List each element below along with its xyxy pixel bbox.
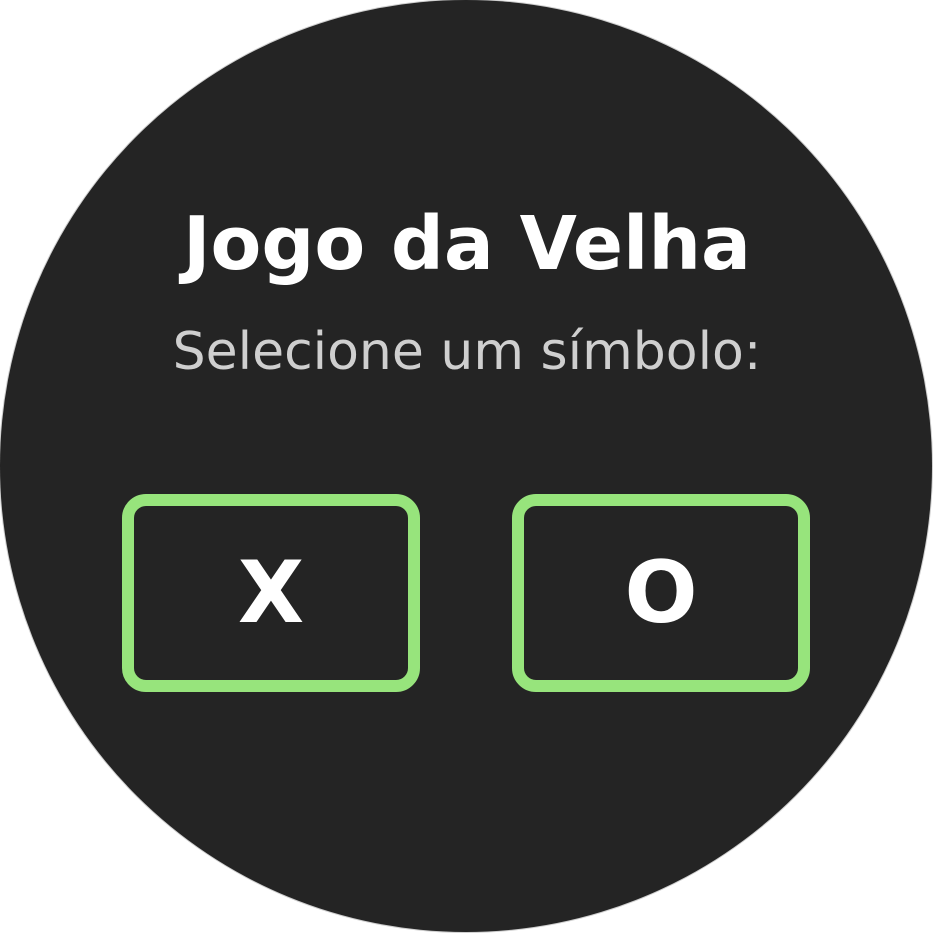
selection-prompt: Selecione um símbolo: bbox=[172, 322, 762, 382]
select-x-label: X bbox=[237, 543, 305, 643]
page-title: Jogo da Velha bbox=[182, 201, 751, 287]
watch-face: Jogo da Velha Selecione um símbolo: X O bbox=[0, 0, 932, 932]
select-x-button[interactable]: X bbox=[122, 494, 420, 692]
select-o-label: O bbox=[624, 543, 698, 643]
select-o-button[interactable]: O bbox=[512, 494, 810, 692]
